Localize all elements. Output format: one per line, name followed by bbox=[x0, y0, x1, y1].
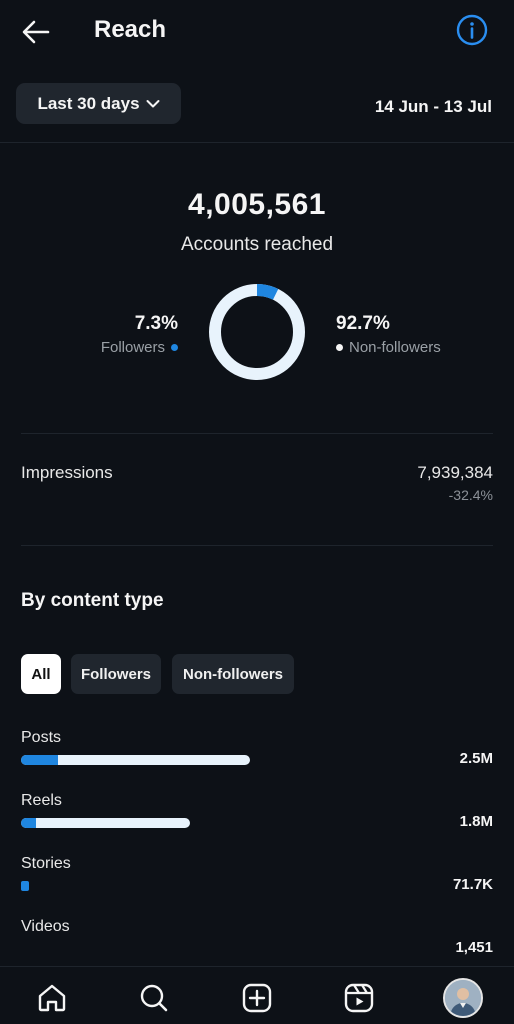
reach-donut-chart bbox=[209, 284, 305, 380]
donut-nonfollowers-arc bbox=[209, 284, 305, 380]
chevron-down-icon bbox=[146, 100, 160, 108]
date-range-label: Last 30 days bbox=[37, 93, 140, 113]
content-type-value: 1.8M bbox=[459, 813, 493, 830]
content-type-bar bbox=[21, 755, 250, 765]
impressions-label: Impressions bbox=[21, 463, 113, 482]
nonfollowers-dot-icon bbox=[336, 344, 343, 351]
content-type-value: 2.5M bbox=[459, 750, 493, 767]
followers-percent: 7.3% bbox=[134, 313, 178, 334]
page-title: Reach bbox=[94, 16, 167, 43]
content-type-bar bbox=[21, 818, 191, 828]
followers-label: Followers bbox=[100, 339, 165, 356]
divider bbox=[0, 142, 514, 143]
nonfollowers-legend: Non-followers bbox=[336, 339, 441, 356]
nonfollowers-label: Non-followers bbox=[349, 339, 441, 356]
home-icon[interactable] bbox=[35, 981, 69, 1015]
filter-all[interactable]: All bbox=[21, 654, 61, 694]
content-type-label: Stories bbox=[21, 855, 71, 872]
filter-nonfollowers[interactable]: Non-followers bbox=[172, 654, 294, 694]
reels-icon[interactable] bbox=[342, 981, 376, 1015]
accounts-reached-label: Accounts reached bbox=[180, 234, 334, 255]
content-type-label: Reels bbox=[21, 792, 62, 809]
profile-avatar[interactable] bbox=[443, 978, 483, 1018]
divider bbox=[21, 433, 493, 434]
divider bbox=[21, 545, 493, 546]
accounts-reached-value: 4,005,561 bbox=[188, 188, 326, 221]
content-type-title: By content type bbox=[21, 590, 164, 611]
back-arrow-icon[interactable] bbox=[18, 14, 54, 50]
nonfollowers-percent: 92.7% bbox=[336, 313, 390, 334]
followers-legend: Followers bbox=[101, 339, 178, 356]
followers-fill bbox=[21, 755, 58, 765]
date-range-dropdown[interactable]: Last 30 days bbox=[16, 83, 181, 124]
impressions-value: 7,939,384 bbox=[417, 463, 493, 482]
content-type-label: Videos bbox=[21, 918, 70, 935]
create-icon[interactable] bbox=[240, 981, 274, 1015]
content-type-bar bbox=[21, 881, 29, 891]
impressions-change: -32.4% bbox=[448, 487, 493, 503]
header: Reach bbox=[0, 0, 514, 62]
content-type-value: 1,451 bbox=[455, 939, 493, 956]
date-range-text: 14 Jun - 13 Jul bbox=[374, 97, 492, 116]
content-type-value: 71.7K bbox=[452, 876, 493, 893]
search-icon[interactable] bbox=[137, 981, 171, 1015]
followers-fill bbox=[21, 818, 37, 828]
followers-dot-icon bbox=[171, 344, 178, 351]
info-icon[interactable] bbox=[455, 13, 489, 47]
content-type-label: Posts bbox=[21, 729, 62, 746]
filter-followers[interactable]: Followers bbox=[71, 654, 161, 694]
followers-fill bbox=[21, 881, 29, 891]
